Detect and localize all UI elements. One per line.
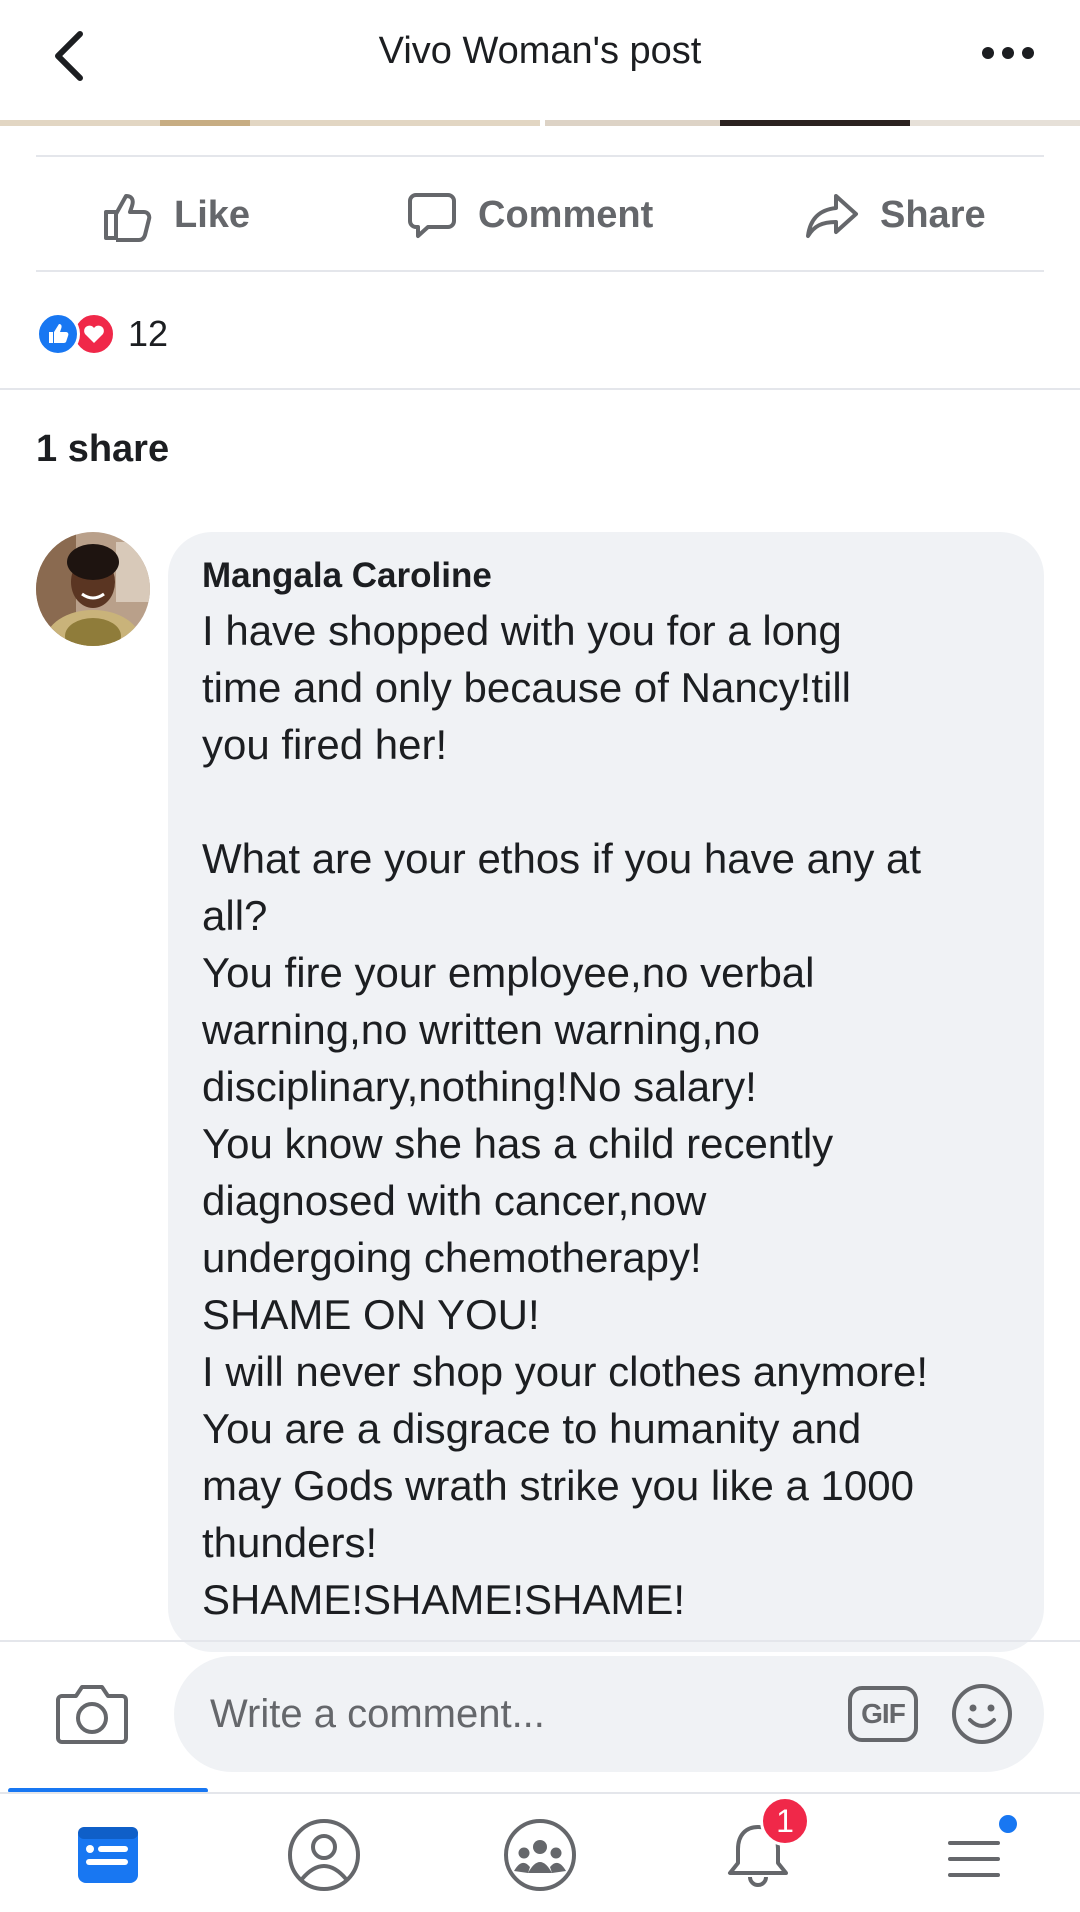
comment-text: I have shopped with you for a long time …	[202, 602, 1010, 1628]
menu-notification-dot	[996, 1812, 1020, 1836]
divider	[0, 1640, 1080, 1642]
divider	[36, 270, 1044, 272]
emoji-icon[interactable]	[950, 1682, 1014, 1746]
comment-button[interactable]: Comment	[406, 158, 653, 272]
more-horizontal-icon[interactable]	[978, 38, 1038, 68]
share-button[interactable]: Share	[804, 158, 986, 272]
comment-line: diagnosed with cancer,now	[202, 1177, 707, 1224]
comment-line: disciplinary,nothing!No salary!	[202, 1063, 757, 1110]
menu-icon	[948, 1841, 1000, 1877]
comment-line: time and only because of Nancy!till	[202, 664, 852, 711]
comment-line: warning,no written warning,no	[202, 1006, 760, 1053]
comment-line: all?	[202, 892, 268, 939]
divider	[0, 1792, 1080, 1794]
comment-line: thunders!	[202, 1519, 378, 1566]
like-reaction-icon	[36, 312, 80, 356]
comment-input[interactable]: Write a comment... GIF	[174, 1656, 1044, 1772]
tab-notifications[interactable]: 1	[708, 1796, 810, 1900]
reaction-count: 12	[128, 313, 169, 354]
comment-icon	[408, 193, 456, 238]
post-image-edge	[0, 112, 1080, 128]
share-label: Share	[880, 193, 986, 236]
comment-line: You are a disgrace to humanity and	[202, 1405, 862, 1452]
share-count[interactable]: 1 share	[36, 428, 169, 471]
comment-line: You fire your employee,no verbal	[202, 949, 815, 996]
camera-icon[interactable]	[54, 1680, 130, 1746]
comment-input-placeholder: Write a comment...	[210, 1691, 545, 1736]
comment-bubble[interactable]: Mangala Caroline I have shopped with you…	[168, 532, 1044, 1652]
reaction-summary[interactable]: 12	[36, 306, 168, 362]
comment-line: SHAME!SHAME!SHAME!	[202, 1576, 686, 1623]
top-nav-bar: Vivo Woman's post	[0, 0, 1080, 112]
tab-feed[interactable]	[58, 1810, 158, 1900]
news-feed-icon	[78, 1827, 138, 1883]
like-button[interactable]: Like	[100, 158, 250, 272]
tab-profile[interactable]	[274, 1810, 374, 1900]
comment-line: undergoing chemotherapy!	[202, 1234, 702, 1281]
profile-icon	[288, 1819, 360, 1891]
comment-line: You know she has a child recently	[202, 1120, 834, 1167]
post-action-bar: Like Comment Share	[36, 158, 1044, 272]
comment-label: Comment	[478, 193, 654, 236]
share-icon	[806, 194, 858, 238]
comment-line: you fired her!	[202, 721, 448, 768]
like-label: Like	[174, 193, 251, 236]
avatar[interactable]	[36, 532, 150, 646]
comment-author[interactable]: Mangala Caroline	[202, 556, 1010, 596]
comment-blank-line	[202, 773, 1010, 830]
tab-menu[interactable]	[924, 1810, 1024, 1900]
tab-groups[interactable]	[490, 1810, 590, 1900]
comment-line: What are your ethos if you have any at	[202, 835, 922, 882]
comment-line: may Gods wrath strike you like a 1000	[202, 1462, 914, 1509]
divider	[0, 388, 1080, 390]
comment-line: I will never shop your clothes anymore!	[202, 1348, 928, 1395]
page-title: Vivo Woman's post	[378, 30, 702, 72]
comment-line: I have shopped with you for a long	[202, 607, 842, 654]
comment-line: SHAME ON YOU!	[202, 1291, 540, 1338]
gif-button[interactable]: GIF	[848, 1686, 918, 1742]
notification-badge: 1	[760, 1796, 810, 1846]
divider	[36, 155, 1044, 157]
thumbs-up-icon	[104, 194, 152, 242]
groups-icon	[504, 1819, 576, 1891]
